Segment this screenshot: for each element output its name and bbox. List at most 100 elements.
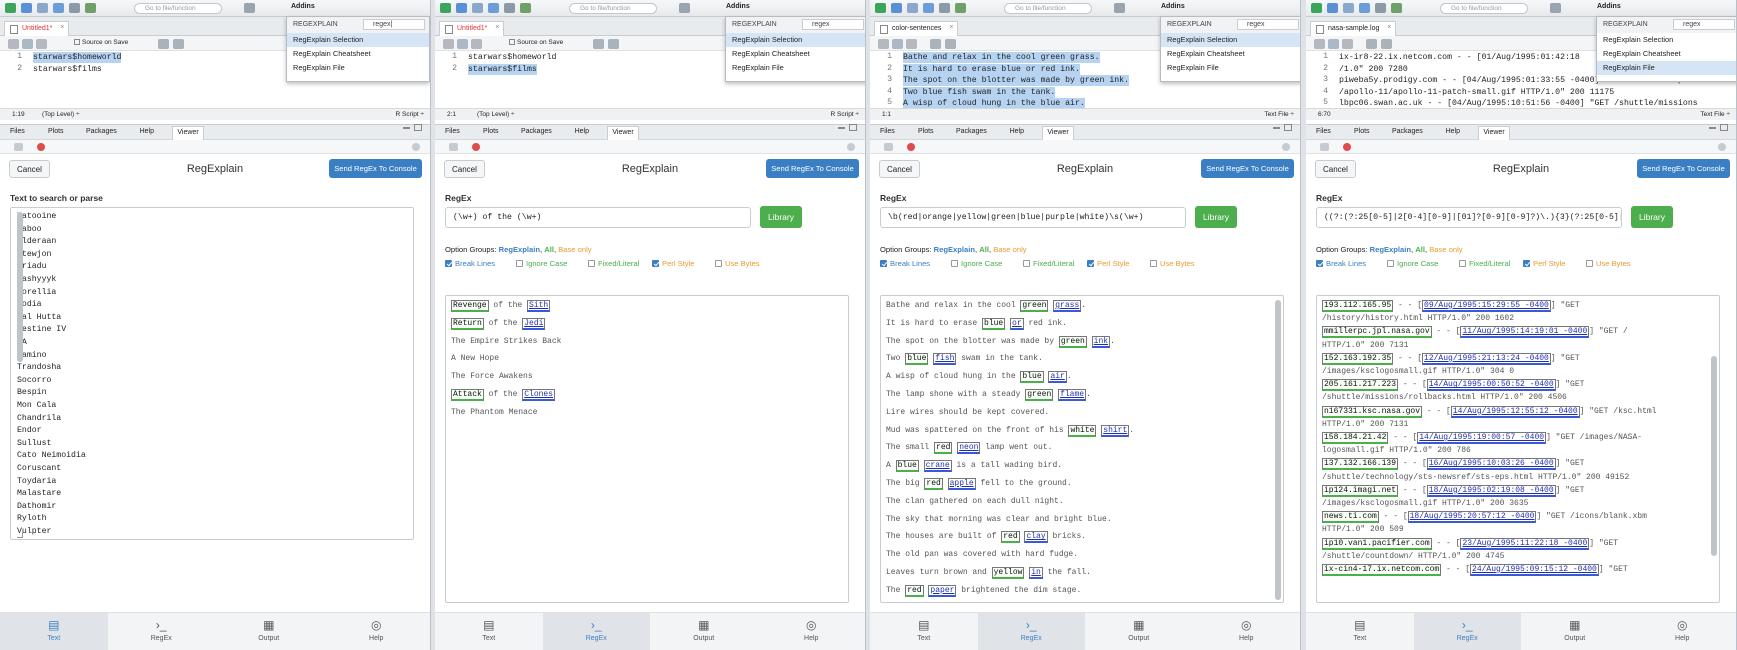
pane-tab-plots[interactable]: Plots: [483, 128, 499, 135]
maximize-icon[interactable]: [849, 124, 857, 131]
bottom-tab-help[interactable]: ◎ Help: [323, 613, 431, 650]
addins-menu-button[interactable]: Addins: [726, 3, 750, 10]
checkbox[interactable]: [445, 260, 452, 267]
addin-item[interactable]: RegExplain Cheatsheet: [1161, 47, 1300, 61]
pane-tab-plots[interactable]: Plots: [48, 128, 64, 135]
toolbar-icon[interactable]: [456, 3, 467, 13]
refresh-icon[interactable]: [1718, 143, 1726, 151]
addins-menu-button[interactable]: Addins: [1597, 3, 1621, 10]
editor-tool-icon[interactable]: [906, 39, 917, 49]
checkbox[interactable]: [1586, 260, 1593, 267]
addin-item[interactable]: RegExplain Cheatsheet: [287, 47, 429, 61]
pane-tab-files[interactable]: Files: [10, 128, 25, 135]
pane-tab-viewer[interactable]: Viewer: [1478, 126, 1510, 141]
regex-input[interactable]: ((?:(?:25[0-5]|2[0-4][0-9]|[01]?[0-9][0-…: [1316, 207, 1622, 228]
editor-tool-icon[interactable]: [1342, 39, 1353, 49]
viewer-back-icon[interactable]: [1320, 143, 1329, 151]
checkbox-box[interactable]: [74, 39, 80, 45]
option-break-lines[interactable]: Break Lines: [1316, 259, 1366, 268]
option-group-base[interactable]: Base only: [1429, 245, 1462, 254]
addins-menu-button[interactable]: Addins: [291, 3, 315, 10]
addin-item[interactable]: RegExplain File: [287, 61, 429, 75]
toolbar-icon[interactable]: [69, 3, 80, 13]
pane-tab-packages[interactable]: Packages: [1392, 128, 1423, 135]
pane-tab-packages[interactable]: Packages: [86, 128, 117, 135]
bottom-tab-regex[interactable]: ›_ RegEx: [108, 613, 216, 650]
close-tab-icon[interactable]: ×: [495, 24, 499, 31]
checkbox[interactable]: [588, 260, 595, 267]
toolbar-icon[interactable]: [907, 3, 918, 13]
pane-tab-files[interactable]: Files: [880, 128, 895, 135]
option-break-lines[interactable]: Break Lines: [445, 259, 495, 268]
toolbar-icon[interactable]: [37, 3, 48, 13]
scope-selector[interactable]: (Top Level) ÷: [42, 109, 80, 120]
toolbar-icon[interactable]: [5, 3, 16, 13]
pane-tab-viewer[interactable]: Viewer: [1042, 126, 1074, 141]
library-button[interactable]: Library: [760, 206, 802, 228]
wand-icon[interactable]: [945, 39, 956, 49]
regex-input[interactable]: (\w+) of the (\w+): [445, 207, 751, 228]
pane-tab-help[interactable]: Help: [575, 128, 589, 135]
option-use-bytes[interactable]: Use Bytes: [715, 259, 760, 268]
addin-item[interactable]: RegExplain Selection: [1597, 33, 1736, 47]
toolbar-icon[interactable]: [472, 3, 483, 13]
scrollbar[interactable]: [1275, 300, 1281, 600]
addin-item[interactable]: RegExplain Selection: [1161, 33, 1300, 47]
toolbar-icon[interactable]: [21, 3, 32, 13]
goto-file-input[interactable]: Go to file/function: [134, 3, 222, 14]
checkbox[interactable]: [652, 260, 659, 267]
option-group-regexplain[interactable]: RegExplain: [1370, 245, 1411, 254]
bottom-tab-regex[interactable]: ›_ RegEx: [977, 613, 1085, 650]
option-group-regexplain[interactable]: RegExplain: [934, 245, 975, 254]
bottom-tab-output[interactable]: ▦ Output: [650, 613, 758, 650]
regex-input[interactable]: \b(red|orange|yellow|green|blue|purple|w…: [880, 207, 1186, 228]
bottom-tab-help[interactable]: ◎ Help: [1629, 613, 1737, 650]
option-fixed-literal[interactable]: Fixed/Literal: [1459, 259, 1510, 268]
maximize-icon[interactable]: [1284, 124, 1292, 131]
viewer-back-icon[interactable]: [14, 143, 23, 151]
option-break-lines[interactable]: Break Lines: [880, 259, 930, 268]
toolbar-icon[interactable]: [85, 3, 96, 13]
toolbar-icon[interactable]: [955, 3, 966, 13]
addin-item[interactable]: RegExplain File: [1161, 61, 1300, 75]
bottom-tab-output[interactable]: ▦ Output: [1521, 613, 1629, 650]
editor-tool-icon[interactable]: [443, 39, 454, 49]
option-perl-style[interactable]: Perl Style: [1087, 259, 1130, 268]
addin-item[interactable]: RegExplain File: [726, 61, 865, 75]
goto-file-input[interactable]: Go to file/function: [569, 3, 657, 14]
editor-tool-icon[interactable]: [457, 39, 468, 49]
checkbox[interactable]: [516, 260, 523, 267]
option-ignore-case[interactable]: Ignore Case: [516, 259, 567, 268]
grid-icon[interactable]: [679, 3, 690, 13]
option-use-bytes[interactable]: Use Bytes: [1150, 259, 1195, 268]
stop-icon[interactable]: [907, 143, 915, 151]
toolbar-icon[interactable]: [1375, 3, 1386, 13]
checkbox[interactable]: [1150, 260, 1157, 267]
checkbox[interactable]: [1023, 260, 1030, 267]
toolbar-icon[interactable]: [504, 3, 515, 13]
viewer-back-icon[interactable]: [449, 143, 458, 151]
addins-menu-button[interactable]: Addins: [1161, 3, 1185, 10]
editor-tool-icon[interactable]: [8, 39, 19, 49]
option-perl-style[interactable]: Perl Style: [1523, 259, 1566, 268]
toolbar-icon[interactable]: [440, 3, 451, 13]
pane-tab-help[interactable]: Help: [1010, 128, 1024, 135]
addins-search-input[interactable]: regex|: [363, 19, 425, 30]
stop-icon[interactable]: [1343, 143, 1351, 151]
bottom-tab-output[interactable]: ▦ Output: [215, 613, 323, 650]
goto-file-input[interactable]: Go to file/function: [1440, 3, 1528, 14]
refresh-icon[interactable]: [847, 143, 855, 151]
pane-tab-files[interactable]: Files: [445, 128, 460, 135]
option-group-all[interactable]: All: [979, 245, 989, 254]
pane-tab-viewer[interactable]: Viewer: [172, 126, 204, 141]
source-on-save-checkbox[interactable]: Source on Save: [509, 39, 563, 46]
viewer-back-icon[interactable]: [884, 143, 893, 151]
search-icon[interactable]: [930, 39, 941, 49]
doc-tab[interactable]: color-sentences ×: [874, 21, 959, 36]
goto-file-input[interactable]: Go to file/function: [1004, 3, 1092, 14]
addins-search-input[interactable]: regex: [1673, 19, 1735, 30]
checkbox[interactable]: [880, 260, 887, 267]
toolbar-icon[interactable]: [520, 3, 531, 13]
pane-tab-plots[interactable]: Plots: [1354, 128, 1370, 135]
checkbox[interactable]: [951, 260, 958, 267]
